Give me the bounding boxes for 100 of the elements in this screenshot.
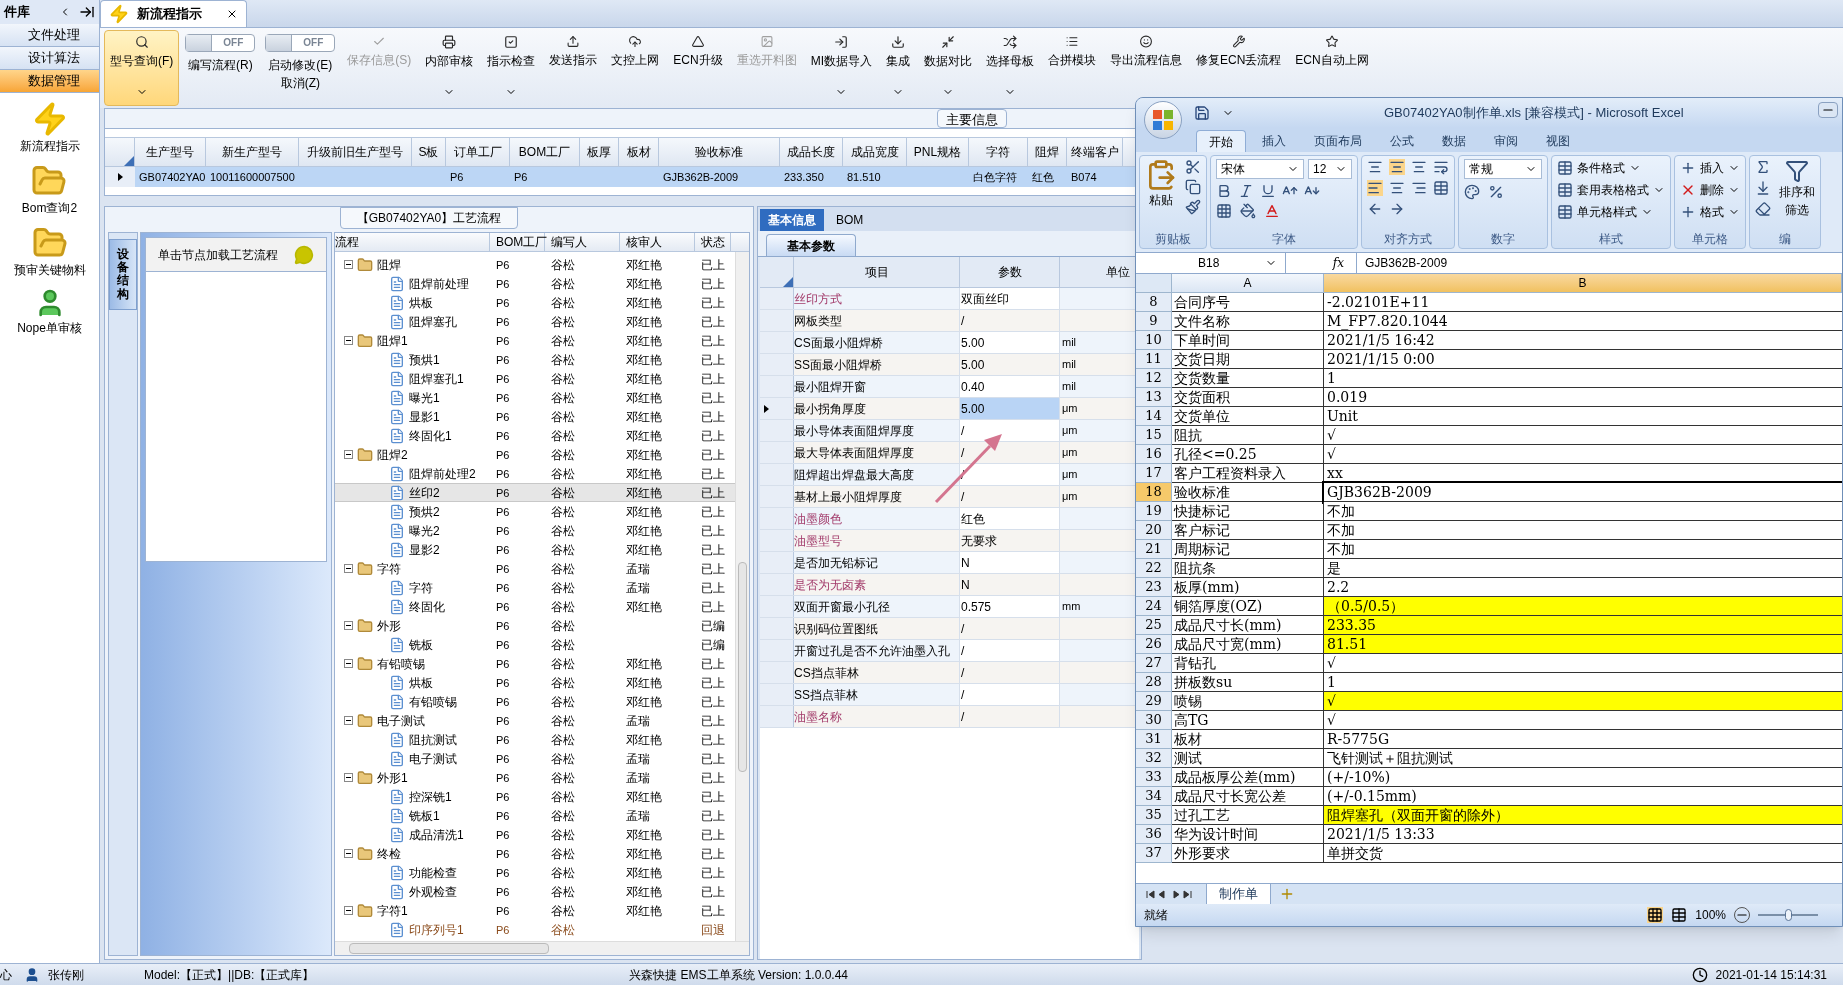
- tree-row[interactable]: 字符 P6 谷松 孟瑞 已上: [335, 578, 735, 597]
- page-layout-icon[interactable]: [1671, 907, 1688, 923]
- ribbon-tab[interactable]: 视图: [1534, 130, 1582, 152]
- toggle-switch[interactable]: OFF: [265, 34, 336, 52]
- sheet-tab[interactable]: 制作单: [1206, 884, 1271, 904]
- copy-icon[interactable]: [1185, 179, 1201, 195]
- document-tab[interactable]: 新流程指示: [100, 0, 247, 27]
- parameter-value[interactable]: 0.575: [960, 596, 1060, 617]
- align-right-icon[interactable]: [1411, 180, 1427, 196]
- ribbon-tab[interactable]: 页面布局: [1302, 130, 1374, 152]
- tree-row[interactable]: 外形 P6 谷松 已编: [335, 616, 735, 635]
- parameter-value[interactable]: /: [960, 486, 1060, 507]
- parameter-value[interactable]: 5.00: [960, 354, 1060, 375]
- collapse-icon[interactable]: [344, 773, 353, 782]
- column-header[interactable]: BOM工厂: [496, 233, 548, 251]
- format-dropdown[interactable]: 常规: [1464, 159, 1542, 179]
- parameter-value[interactable]: N: [960, 574, 1060, 595]
- column-header[interactable]: 参数: [997, 263, 1022, 281]
- indent-icon[interactable]: [1389, 201, 1405, 217]
- align-middle-icon[interactable]: [1389, 159, 1405, 175]
- parameter-value[interactable]: 无要求: [960, 530, 1060, 551]
- tree-row[interactable]: 阻焊2 P6 谷松 邓红艳 已上: [335, 445, 735, 464]
- toolbar-button[interactable]: 导出流程信息: [1104, 30, 1188, 74]
- tree-row[interactable]: 阻抗测试 P6 谷松 邓红艳 已上: [335, 730, 735, 749]
- tree-row[interactable]: 阻焊塞孔1 P6 谷松 邓红艳 已上: [335, 369, 735, 388]
- parameter-value[interactable]: /: [960, 640, 1060, 661]
- tree-row[interactable]: 显影1 P6 谷松 邓红艳 已上: [335, 407, 735, 426]
- column-header[interactable]: 生产型号: [135, 138, 206, 166]
- align-left-icon[interactable]: [1367, 180, 1383, 196]
- tree-row[interactable]: 曝光2 P6 谷松 邓红艳 已上: [335, 521, 735, 540]
- row-header[interactable]: 30: [1136, 711, 1172, 730]
- tree-row[interactable]: 烘板 P6 谷松 邓红艳 已上: [335, 673, 735, 692]
- tree-row[interactable]: 有铅喷锡 P6 谷松 邓红艳 已上: [335, 654, 735, 673]
- outdent-icon[interactable]: [1367, 201, 1383, 217]
- row-header[interactable]: 32: [1136, 749, 1172, 768]
- row-header[interactable]: 8: [1136, 293, 1172, 312]
- row-header[interactable]: 10: [1136, 331, 1172, 350]
- percent-icon[interactable]: [1488, 184, 1504, 200]
- row-header[interactable]: 15: [1136, 426, 1172, 445]
- tree-row[interactable]: 成品清洗1 P6 谷松 邓红艳 已上: [335, 825, 735, 844]
- ribbon-tab[interactable]: 数据: [1430, 130, 1478, 152]
- tab[interactable]: BOM: [828, 209, 872, 231]
- row-header[interactable]: 14: [1136, 407, 1172, 426]
- row-header[interactable]: 20: [1136, 521, 1172, 540]
- shortcut-label[interactable]: 新流程指示: [19, 137, 80, 155]
- scrollbar[interactable]: [735, 252, 749, 941]
- column-header[interactable]: 板材: [619, 138, 659, 166]
- tree-row[interactable]: 阻焊 P6 谷松 邓红艳 已上: [335, 255, 735, 274]
- collapse-icon[interactable]: [344, 659, 353, 668]
- row-header[interactable]: 34: [1136, 787, 1172, 806]
- office-logo-icon[interactable]: [1152, 109, 1174, 131]
- tree-row[interactable]: 终固化1 P6 谷松 邓红艳 已上: [335, 426, 735, 445]
- row-header[interactable]: [105, 167, 135, 187]
- ribbon-menu-button[interactable]: 格式: [1680, 203, 1740, 221]
- menu-item[interactable]: 数据管理: [0, 70, 99, 93]
- tree-row[interactable]: 铣板1 P6 谷松 孟瑞 已上: [335, 806, 735, 825]
- menu-item[interactable]: 设计算法: [0, 47, 99, 70]
- tree-row[interactable]: 字符 P6 谷松 孟瑞 已上: [335, 559, 735, 578]
- column-header[interactable]: 升级前旧生产型号: [299, 138, 412, 166]
- collapse-icon[interactable]: [344, 336, 353, 345]
- parameter-value[interactable]: /: [960, 442, 1060, 463]
- menu-item[interactable]: 文件处理: [0, 24, 99, 47]
- ribbon-menu-button[interactable]: 单元格样式: [1557, 203, 1665, 221]
- size-dropdown[interactable]: 12: [1308, 159, 1352, 179]
- font-dropdown[interactable]: 宋体: [1216, 159, 1304, 179]
- fill-icon[interactable]: [1240, 203, 1256, 219]
- scissors-icon[interactable]: [1185, 159, 1201, 175]
- wrap-text-icon[interactable]: [1433, 159, 1449, 175]
- column-header[interactable]: 流程: [335, 233, 359, 251]
- parameter-value[interactable]: /: [960, 618, 1060, 639]
- align-bottom-icon[interactable]: [1411, 159, 1427, 175]
- slider-thumb[interactable]: [1785, 909, 1792, 921]
- formula-bar[interactable]: GJB362B-2009: [1356, 253, 1842, 273]
- toolbar-button[interactable]: 内部审核: [419, 30, 480, 106]
- tab[interactable]: 基本信息: [760, 209, 824, 231]
- tree-row[interactable]: 字符1 P6 谷松 邓红艳 已上: [335, 901, 735, 920]
- collapse-icon[interactable]: [344, 260, 353, 269]
- save-icon[interactable]: [1194, 105, 1210, 121]
- tree-row[interactable]: 控深铣1 P6 谷松 邓红艳 已上: [335, 787, 735, 806]
- collapse-icon[interactable]: [344, 906, 353, 915]
- parameter-value[interactable]: /: [960, 662, 1060, 683]
- toolbar-button[interactable]: MI数据导入: [804, 30, 878, 106]
- collapse-icon[interactable]: [344, 716, 353, 725]
- tree-row[interactable]: 外形1 P6 谷松 孟瑞 已上: [335, 768, 735, 787]
- tree-row[interactable]: 预烘2 P6 谷松 邓红艳 已上: [335, 502, 735, 521]
- toolbar-button[interactable]: 集成: [880, 30, 916, 106]
- minimize-icon[interactable]: [1818, 102, 1838, 118]
- tree-row[interactable]: 阻焊前处理2 P6 谷松 邓红艳 已上: [335, 464, 735, 483]
- column-header[interactable]: 订单工厂: [446, 138, 510, 166]
- parameter-value[interactable]: 双面丝印: [960, 288, 1060, 309]
- column-header[interactable]: PNL规格: [907, 138, 969, 166]
- italic-icon[interactable]: [1238, 183, 1254, 199]
- column-header[interactable]: 阻焊: [1028, 138, 1067, 166]
- row-header[interactable]: 27: [1136, 654, 1172, 673]
- shortcut-label[interactable]: Nope单审核: [17, 319, 82, 337]
- row-header[interactable]: 9: [1136, 312, 1172, 331]
- tree-row[interactable]: 曝光1 P6 谷松 邓红艳 已上: [335, 388, 735, 407]
- shortcut-label[interactable]: Bom查询2: [21, 199, 78, 217]
- font-color-icon[interactable]: [1264, 203, 1280, 219]
- eraser-icon[interactable]: [1755, 201, 1771, 217]
